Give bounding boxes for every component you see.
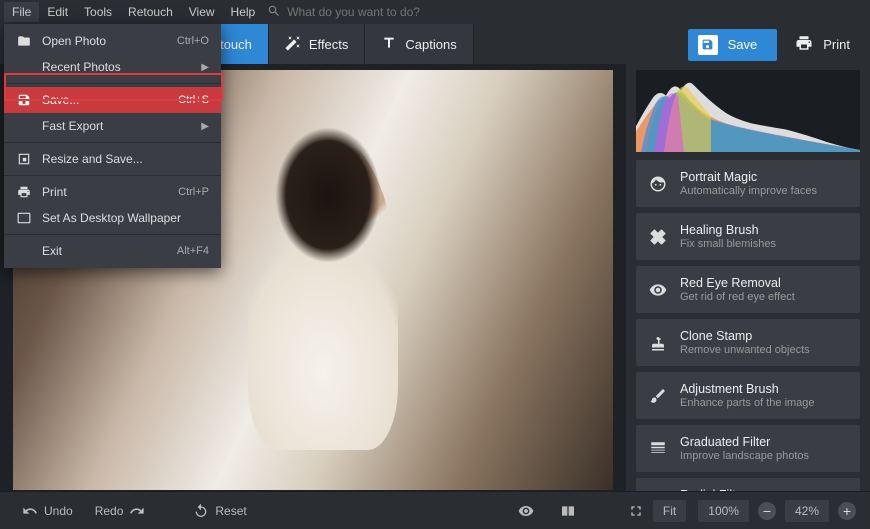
redo-button[interactable]: Redo xyxy=(87,499,154,523)
text-icon xyxy=(381,35,397,54)
compare-icon[interactable] xyxy=(560,503,576,519)
eye-icon[interactable] xyxy=(518,503,534,519)
right-panel: Portrait MagicAutomatically improve face… xyxy=(626,64,870,491)
print-button[interactable]: Print xyxy=(787,28,858,61)
menu-edit[interactable]: Edit xyxy=(39,2,76,22)
menu-item-set-as-desktop-wallpaper[interactable]: Set As Desktop Wallpaper xyxy=(4,205,221,231)
zoom-in[interactable]: + xyxy=(838,502,856,520)
chevron-right-icon: ▶ xyxy=(201,62,209,73)
stamp-icon xyxy=(648,333,668,353)
menu-item-fast-export[interactable]: Fast Export▶ xyxy=(4,113,221,139)
menu-item-recent-photos[interactable]: Recent Photos▶ xyxy=(4,54,221,80)
gradfilt-icon xyxy=(648,439,668,459)
menu-item-resize-and-save-[interactable]: Resize and Save... xyxy=(4,146,221,172)
menu-item-exit[interactable]: ExitAlt+F4 xyxy=(4,238,221,264)
file-menu-dropdown: Open PhotoCtrl+ORecent Photos▶ Save...Ctr… xyxy=(4,24,221,268)
histogram xyxy=(636,70,860,152)
menu-item-print[interactable]: PrintCtrl+P xyxy=(4,179,221,205)
menu-file[interactable]: File xyxy=(4,2,39,22)
tool-graduated-filter[interactable]: Graduated FilterImprove landscape photos xyxy=(636,425,860,472)
save-icon xyxy=(698,35,718,55)
adjbrush-icon xyxy=(648,386,668,406)
tool-clone-stamp[interactable]: Clone StampRemove unwanted objects xyxy=(636,319,860,366)
menu-retouch[interactable]: Retouch xyxy=(120,2,181,22)
print-icon xyxy=(795,34,813,55)
tool-red-eye-removal[interactable]: Red Eye RemovalGet rid of red eye effect xyxy=(636,266,860,313)
face-icon xyxy=(648,174,668,194)
zoom-100[interactable]: 100% xyxy=(698,500,749,522)
menu-item-open-photo[interactable]: Open PhotoCtrl+O xyxy=(4,28,221,54)
eye-icon xyxy=(648,280,668,300)
tab-captions[interactable]: Captions xyxy=(365,24,473,64)
bandaid-icon xyxy=(648,227,668,247)
chevron-right-icon: ▶ xyxy=(201,121,209,132)
resize-icon xyxy=(16,152,32,166)
reset-icon xyxy=(193,503,209,519)
menubar: File Edit Tools Retouch View Help xyxy=(0,0,870,24)
undo-button[interactable]: Undo xyxy=(14,499,81,523)
tool-adjustment-brush[interactable]: Adjustment BrushEnhance parts of the ima… xyxy=(636,372,860,419)
print-icon xyxy=(16,185,32,199)
menu-view[interactable]: View xyxy=(181,2,223,22)
zoom-out[interactable]: − xyxy=(758,502,776,520)
wand-icon xyxy=(285,35,301,54)
search-input[interactable] xyxy=(287,5,467,19)
tool-radial-filter[interactable]: Radial FilterAccentuate an object xyxy=(636,478,860,491)
redo-icon xyxy=(129,503,145,519)
fullscreen-icon[interactable] xyxy=(628,503,644,519)
undo-icon xyxy=(22,503,38,519)
folder-icon xyxy=(16,34,32,48)
menu-help[interactable]: Help xyxy=(223,2,264,22)
save-button[interactable]: Save xyxy=(688,29,778,61)
zoom-value: 42% xyxy=(785,500,829,522)
tab-effects[interactable]: Effects xyxy=(269,24,366,64)
wallpaper-icon xyxy=(16,211,32,225)
save-icon xyxy=(16,93,32,107)
tool-healing-brush[interactable]: Healing BrushFix small blemishes xyxy=(636,213,860,260)
search-icon xyxy=(267,4,281,21)
menu-tools[interactable]: Tools xyxy=(76,2,120,22)
menu-item-save-[interactable]: Save...Ctrl+S xyxy=(4,87,221,113)
reset-button[interactable]: Reset xyxy=(185,499,254,523)
fit-button[interactable]: Fit xyxy=(653,500,686,522)
statusbar: Undo Redo Reset Fit 100% − 42% + xyxy=(0,491,870,529)
tool-portrait-magic[interactable]: Portrait MagicAutomatically improve face… xyxy=(636,160,860,207)
